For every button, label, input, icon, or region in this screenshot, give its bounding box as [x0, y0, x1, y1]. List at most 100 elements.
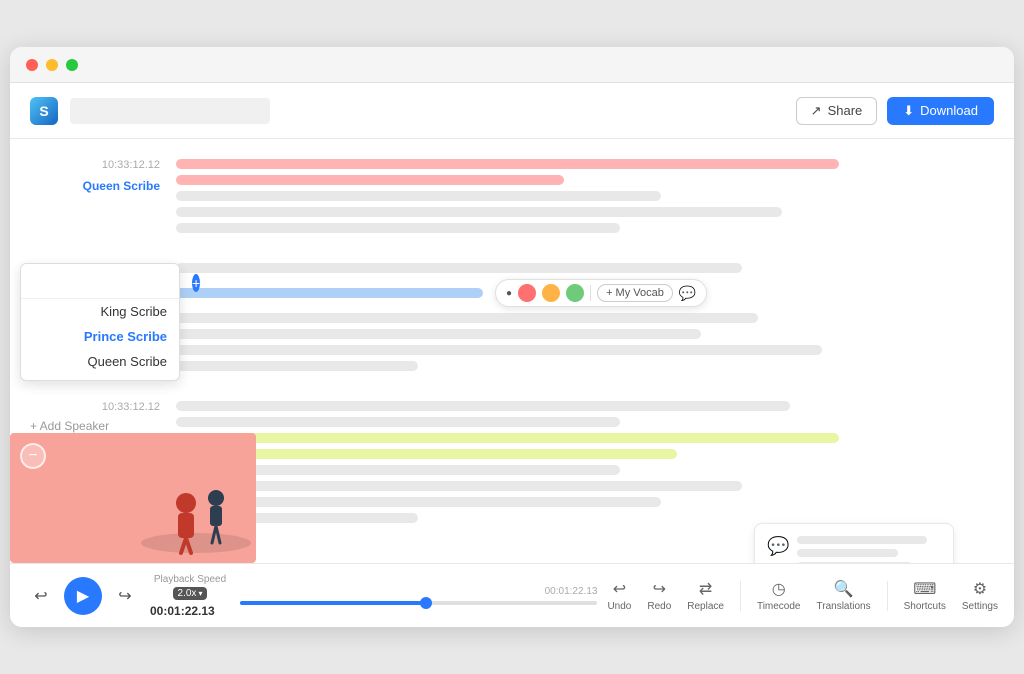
fast-forward-button[interactable]: ↪: [110, 581, 140, 611]
text-line: [176, 159, 839, 169]
title-input: [70, 98, 270, 124]
comment-panel: 💬: [754, 523, 954, 563]
header-right: ↗ Share ⬇ Download: [796, 97, 994, 125]
settings-icon: ⚙: [973, 579, 987, 599]
progress-thumb[interactable]: [420, 597, 432, 609]
toolbar-divider-v-2: [887, 581, 888, 611]
playback-controls: ↩ ▶ ↪: [26, 577, 140, 615]
progress-fill: [240, 601, 426, 605]
current-time-display: 00:01:22.13: [150, 604, 230, 618]
toolbar-divider-v: [740, 581, 741, 611]
toolbar-right: ↩ Undo ↪ Redo ⇄ Replace ◷ Timecode 🔍 Tra…: [607, 579, 998, 612]
progress-end-time: 00:01:22.13: [545, 586, 598, 597]
color-dot-red[interactable]: [518, 284, 536, 302]
speaker-dropdown: + King Scribe Prince Scribe Queen Scribe: [20, 263, 180, 381]
inline-toolbar: ● + My Vocab 💬: [495, 279, 707, 307]
add-speaker-label[interactable]: + Add Speaker: [30, 419, 160, 433]
redo-icon: ↪: [653, 579, 666, 599]
replace-action[interactable]: ⇄ Replace: [687, 579, 724, 612]
text-line-yellow: [176, 433, 839, 443]
shortcuts-icon: ⌨: [913, 579, 936, 599]
download-icon: ⬇: [903, 103, 914, 119]
minimize-button[interactable]: [46, 59, 58, 71]
text-line: [176, 175, 564, 185]
playback-speed: Playback Speed 2.0x ▾ 00:01:22.13: [150, 574, 230, 618]
close-button[interactable]: [26, 59, 38, 71]
share-button[interactable]: ↗ Share: [796, 97, 878, 125]
text-lines-1: [176, 159, 984, 233]
text-lines-3: [176, 401, 984, 523]
text-line: [176, 481, 742, 491]
text-line-row: ● + My Vocab 💬: [176, 279, 984, 307]
chevron-down-icon: ▾: [198, 589, 202, 598]
settings-action[interactable]: ⚙ Settings: [962, 579, 998, 612]
text-line: [176, 207, 782, 217]
undo-label: Undo: [607, 601, 631, 612]
transcript-block-1: 10:33:12.12 Queen Scribe: [30, 159, 984, 233]
comment-bubble-icon: 💬: [767, 536, 789, 557]
timestamp-3: 10:33:12.12: [30, 401, 160, 413]
speed-badge[interactable]: 2.0x ▾: [173, 587, 208, 600]
replace-label: Replace: [687, 601, 724, 612]
cursor-icon: ●: [506, 288, 512, 299]
video-minimize-button[interactable]: −: [20, 443, 46, 469]
video-panel: −: [10, 433, 256, 563]
speaker-option-queen[interactable]: Queen Scribe: [21, 349, 179, 374]
content-col-2: ● + My Vocab 💬: [176, 263, 984, 371]
text-line: [176, 361, 418, 371]
speaker-option-prince[interactable]: Prince Scribe: [21, 324, 179, 349]
shortcuts-label: Shortcuts: [904, 601, 946, 612]
header-left: S: [30, 97, 270, 125]
download-button[interactable]: ⬇ Download: [887, 97, 994, 125]
timecode-icon: ◷: [772, 579, 786, 599]
play-button[interactable]: ▶: [64, 577, 102, 615]
text-line-blue: [176, 288, 483, 298]
progress-track[interactable]: [240, 601, 597, 605]
comment-button[interactable]: 💬: [679, 285, 696, 302]
settings-label: Settings: [962, 601, 998, 612]
text-line: [176, 329, 701, 339]
app-window: S ↗ Share ⬇ Download 10:33:12.12 Queen S…: [10, 47, 1014, 627]
undo-icon: ↩: [613, 579, 626, 599]
text-line: [176, 417, 620, 427]
header: S ↗ Share ⬇ Download: [10, 83, 1014, 139]
redo-action[interactable]: ↪ Redo: [647, 579, 671, 612]
shortcuts-action[interactable]: ⌨ Shortcuts: [904, 579, 946, 612]
speaker-option-king[interactable]: King Scribe: [21, 299, 179, 324]
progress-labels: 00:01:22.13: [240, 586, 597, 597]
timestamp-1: 10:33:12.12: [30, 159, 160, 171]
transcript-block-2: 10:33:12.12 + King Scribe Prince Scribe …: [30, 263, 984, 371]
speaker-col-2: 10:33:12.12 + King Scribe Prince Scribe …: [30, 263, 160, 371]
toolbar-divider: [590, 285, 591, 301]
my-vocab-button[interactable]: + My Vocab: [597, 284, 673, 302]
speaker-label-1[interactable]: Queen Scribe: [83, 179, 160, 193]
redo-label: Redo: [647, 601, 671, 612]
video-inner: −: [10, 433, 256, 563]
progress-area: 00:01:22.13: [240, 586, 597, 605]
comment-lines: [797, 536, 941, 563]
text-line: [176, 345, 822, 355]
translations-icon: 🔍: [834, 579, 854, 599]
rewind-button[interactable]: ↩: [26, 581, 56, 611]
translations-action[interactable]: 🔍 Translations: [817, 579, 871, 612]
comment-line: [797, 549, 898, 557]
color-dot-green[interactable]: [566, 284, 584, 302]
playback-speed-label: Playback Speed: [154, 574, 226, 585]
titlebar: [10, 47, 1014, 83]
content-col-3: [176, 401, 984, 523]
speaker-search-input[interactable]: [31, 276, 186, 290]
text-line: [176, 401, 790, 411]
share-icon: ↗: [811, 103, 822, 119]
timecode-label: Timecode: [757, 601, 801, 612]
translations-label: Translations: [817, 601, 871, 612]
comment-line: [797, 562, 912, 563]
add-speaker-btn[interactable]: +: [192, 274, 200, 292]
color-dot-orange[interactable]: [542, 284, 560, 302]
timecode-action[interactable]: ◷ Timecode: [757, 579, 801, 612]
maximize-button[interactable]: [66, 59, 78, 71]
bottom-bar: ↩ ▶ ↪ Playback Speed 2.0x ▾ 00:01:22.13 …: [10, 563, 1014, 627]
undo-action[interactable]: ↩ Undo: [607, 579, 631, 612]
speaker-col-1: 10:33:12.12 Queen Scribe: [30, 159, 160, 233]
content-col-1: [176, 159, 984, 233]
text-line: [176, 191, 661, 201]
